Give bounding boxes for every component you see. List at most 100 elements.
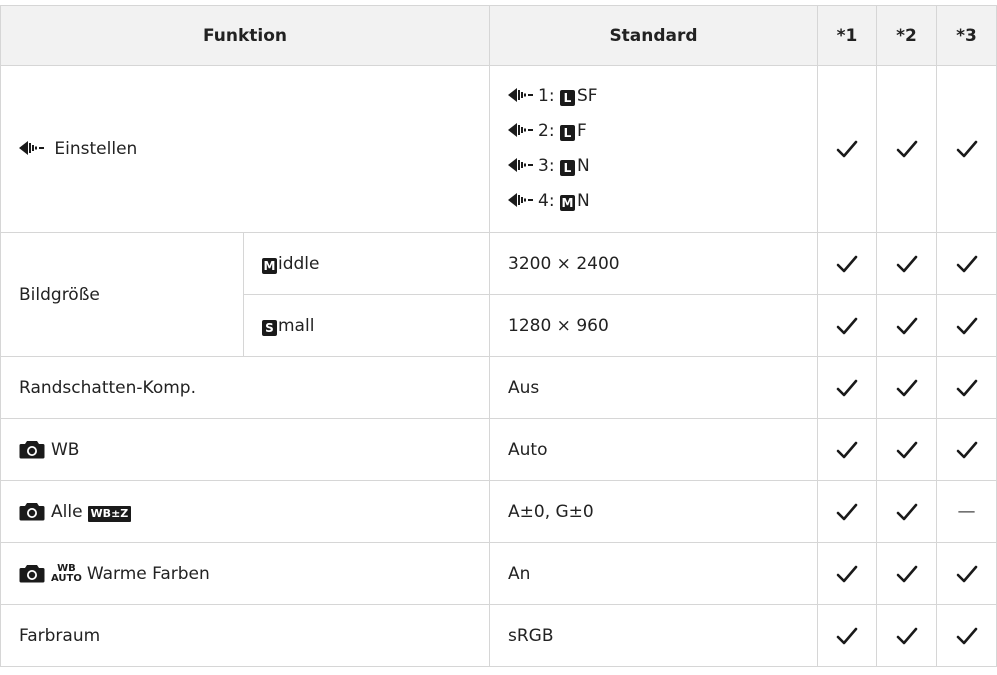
check-cell: [936, 294, 997, 357]
dash-cell: —: [936, 480, 997, 543]
warme-cell: WB AUTO Warme Farben: [0, 542, 491, 605]
header-row: Funktion Standard *1 *2 *3: [0, 5, 997, 66]
header-col-3: *3: [936, 5, 997, 66]
randschatten-value: Aus: [489, 356, 819, 419]
check-icon: [956, 441, 977, 458]
check-cell: [936, 232, 997, 295]
wb-label: WB: [51, 440, 80, 460]
farbraum-label: Farbraum: [0, 604, 491, 667]
check-icon: [896, 255, 917, 272]
check-icon: [836, 317, 858, 334]
mode-line: 1: L SF: [508, 79, 817, 114]
check-cell: [876, 65, 938, 233]
check-cell: [817, 604, 878, 667]
mode-line: 3: LN: [508, 149, 817, 184]
check-cell: [876, 232, 938, 295]
header-funktion: Funktion: [0, 5, 491, 66]
alle-cell: Alle WB±Z: [0, 480, 491, 543]
check-cell: [817, 542, 878, 605]
mode-number: 2:: [538, 121, 555, 141]
wb-cell: WB: [0, 418, 491, 481]
small-label-cell: Small: [242, 294, 491, 357]
quality-text: N: [576, 156, 590, 176]
mode-number: 1:: [538, 86, 555, 106]
table-row: WB AUTO Warme Farben An: [0, 542, 997, 605]
mode-line: 2: LF: [508, 114, 817, 149]
mode-line: 4: MN: [508, 184, 817, 219]
check-icon: [956, 140, 977, 158]
check-cell: [876, 418, 938, 481]
check-cell: [817, 356, 878, 419]
table-row: Bildgröße Middle 3200 × 2400: [0, 232, 997, 357]
check-icon: [836, 565, 858, 582]
check-cell: [936, 356, 997, 419]
check-icon: [896, 565, 917, 582]
check-cell: [876, 356, 938, 419]
table-row: Alle WB±Z A±0, G±0 —: [0, 480, 997, 543]
farbraum-value: sRGB: [489, 604, 819, 667]
check-cell: [817, 480, 878, 543]
einstellen-standard: 1: L SF 2: LF 3: L N 4: M N: [489, 65, 819, 233]
camera-icon: [19, 565, 45, 583]
einstellen-label: Einstellen: [54, 139, 138, 159]
check-icon: [836, 441, 858, 458]
check-cell: [817, 418, 878, 481]
camera-icon: [19, 503, 45, 521]
small-label: mall: [278, 315, 315, 336]
table-row: Einstellen 1: L SF 2: L F 3: L N 4: M N: [0, 65, 997, 233]
table-row: Farbraum sRGB: [0, 604, 997, 667]
randschatten-label: Randschatten-Komp.: [0, 356, 491, 419]
size-badge-l: L: [559, 90, 575, 106]
check-cell: [817, 294, 878, 357]
check-cell: [876, 480, 938, 543]
dash-symbol: —: [957, 501, 976, 522]
check-icon: [896, 503, 917, 520]
mode-number: 4:: [538, 191, 555, 211]
check-icon: [836, 140, 858, 158]
check-icon: [896, 317, 917, 334]
check-icon: [896, 627, 917, 644]
check-icon: [956, 627, 977, 644]
check-icon: [836, 379, 858, 396]
check-cell: [876, 294, 938, 357]
middle-label-cell: Middle: [242, 232, 491, 295]
wb-value: Auto: [489, 418, 819, 481]
quality-text: N: [576, 191, 590, 211]
camera-icon: [19, 441, 45, 459]
einstellen-cell: Einstellen: [0, 65, 491, 233]
check-icon: [956, 565, 977, 582]
quality-text: F: [576, 121, 587, 141]
check-icon: [836, 255, 858, 272]
sequential-shooting-icon: [508, 123, 534, 137]
check-icon: [956, 255, 977, 272]
sequential-shooting-icon: [508, 193, 534, 207]
size-badge-l: L: [559, 160, 575, 176]
wb-auto-icon: WB AUTO: [51, 564, 82, 584]
check-icon: [896, 140, 917, 158]
check-icon: [956, 379, 977, 396]
alle-label: Alle: [51, 502, 83, 522]
check-icon: [956, 317, 977, 334]
size-badge-s: S: [262, 319, 277, 336]
middle-value: 3200 × 2400: [489, 232, 819, 295]
table-row: WB Auto: [0, 418, 997, 481]
check-cell: [936, 418, 997, 481]
alle-value: A±0, G±0: [489, 480, 819, 543]
wb-compensation-icon: WB±Z: [87, 506, 132, 522]
size-badge-m: M: [262, 257, 277, 274]
check-cell: [936, 604, 997, 667]
sequential-shooting-icon: [508, 88, 534, 102]
settings-table: Funktion Standard *1 *2 *3 Einstellen 1:…: [0, 5, 997, 667]
table-row: Randschatten-Komp. Aus: [0, 356, 997, 419]
check-cell: [936, 542, 997, 605]
sequential-shooting-icon: [19, 141, 44, 155]
check-icon: [836, 503, 858, 520]
check-cell: [817, 65, 878, 233]
header-col-2: *2: [876, 5, 938, 66]
warme-label: Warme Farben: [86, 564, 210, 584]
middle-label: iddle: [278, 253, 320, 274]
wb-auto-bottom: AUTO: [51, 573, 82, 584]
size-badge-m: M: [559, 195, 575, 211]
quality-text: SF: [576, 86, 598, 106]
header-standard: Standard: [489, 5, 819, 66]
